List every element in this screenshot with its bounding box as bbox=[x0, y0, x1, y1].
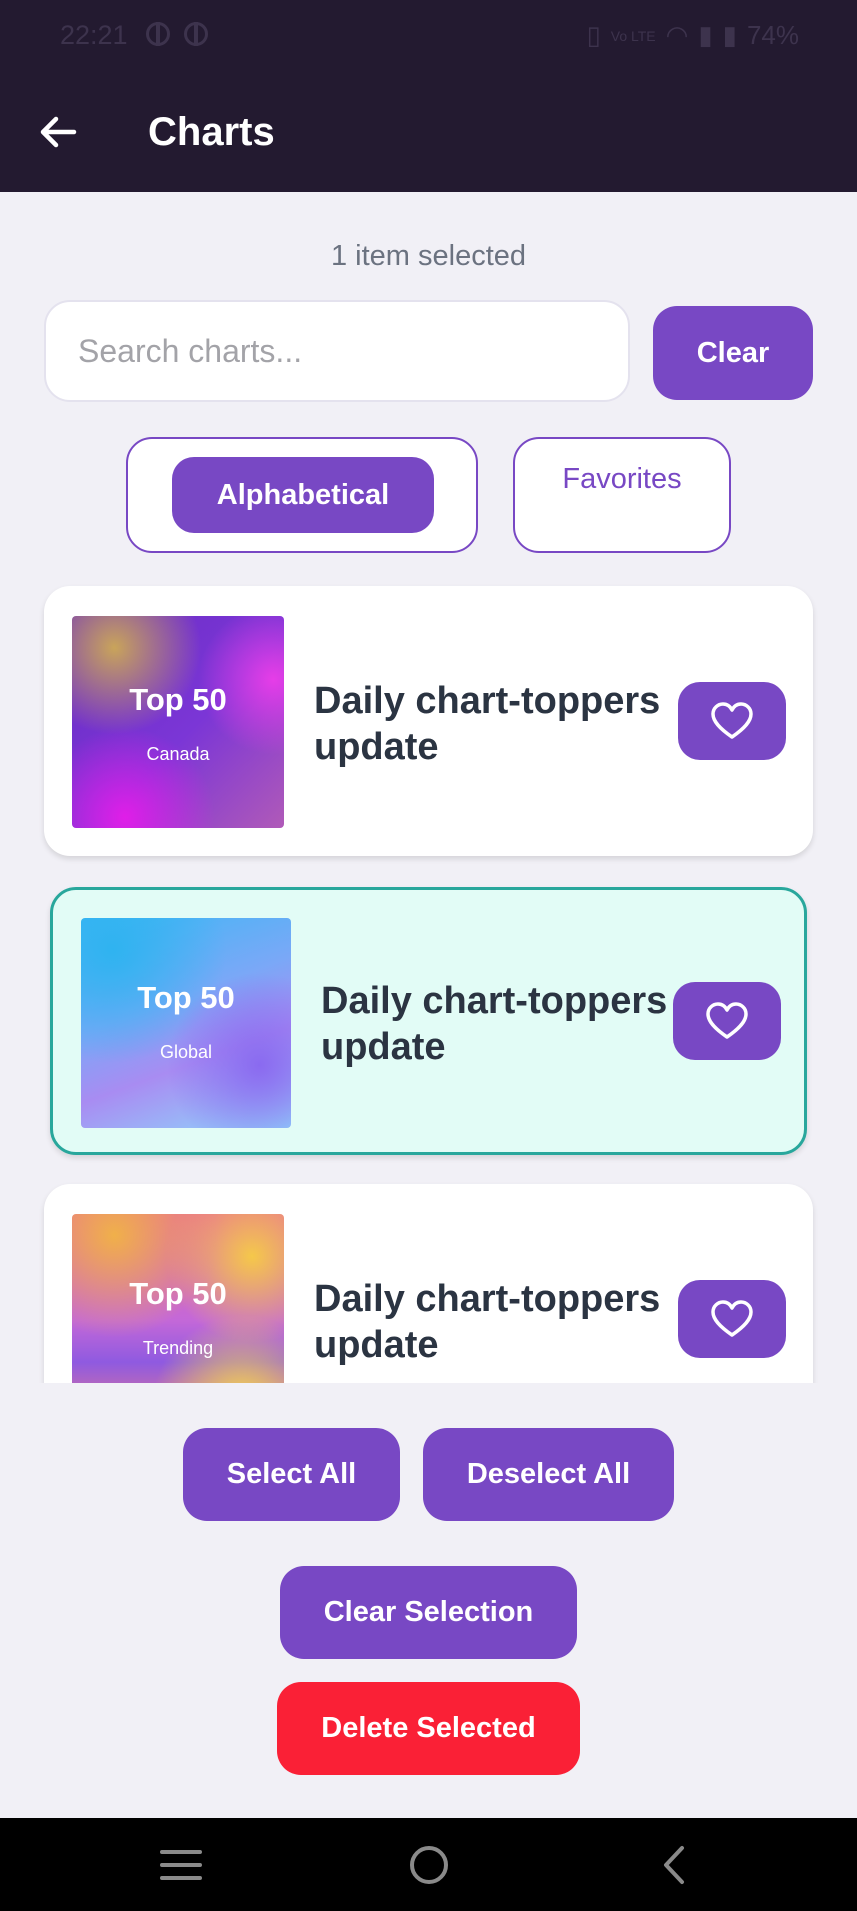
deselect-all-button[interactable]: Deselect All bbox=[423, 1428, 674, 1521]
thumbnail-title: Top 50 bbox=[129, 682, 227, 717]
recent-apps-icon[interactable] bbox=[160, 1848, 202, 1882]
notification-icon bbox=[184, 22, 208, 46]
chart-thumbnail: Top 50 Canada bbox=[72, 616, 284, 828]
chart-card-selected[interactable]: Top 50 Global Daily chart-toppers update bbox=[50, 887, 807, 1155]
selection-count: 1 item selected bbox=[330, 240, 527, 272]
sort-option-favorites[interactable]: Favorites bbox=[513, 437, 731, 553]
chart-card[interactable]: Top 50 Trending Daily chart-toppers upda… bbox=[44, 1184, 813, 1383]
chart-title: Daily chart-toppers update bbox=[314, 680, 661, 768]
select-all-button[interactable]: Select All bbox=[183, 1428, 400, 1521]
heart-icon bbox=[706, 1002, 748, 1039]
back-arrow-icon[interactable] bbox=[36, 110, 80, 154]
clear-search-button[interactable]: Clear bbox=[653, 306, 813, 400]
notification-icon bbox=[146, 22, 170, 46]
status-bar: 22:21 ▯ Vo LTE ◠ ▮ ▮ 74% bbox=[0, 0, 857, 72]
sort-favorites-label: Favorites bbox=[562, 463, 682, 495]
thumbnail-title: Top 50 bbox=[129, 1276, 227, 1311]
favorite-button[interactable] bbox=[678, 1280, 786, 1358]
chart-card[interactable]: Top 50 Canada Daily chart-toppers update bbox=[44, 586, 813, 856]
chart-list[interactable]: Top 50 Canada Daily chart-toppers update… bbox=[0, 580, 857, 1383]
system-nav-bar bbox=[0, 1818, 857, 1911]
favorite-button[interactable] bbox=[673, 982, 781, 1060]
status-time: 22:21 bbox=[60, 20, 128, 50]
app-bar: Charts bbox=[0, 72, 857, 192]
heart-icon bbox=[711, 1300, 753, 1337]
home-icon[interactable] bbox=[408, 1844, 450, 1886]
thumbnail-subtitle: Canada bbox=[146, 744, 210, 764]
wifi-icon: ◠ bbox=[665, 20, 689, 50]
battery-icon: ▮ bbox=[722, 20, 737, 50]
sort-option-alphabetical[interactable]: Alphabetical bbox=[126, 437, 478, 553]
heart-icon bbox=[711, 702, 753, 739]
favorite-button[interactable] bbox=[678, 682, 786, 760]
clear-selection-button[interactable]: Clear Selection bbox=[280, 1566, 577, 1659]
thumbnail-title: Top 50 bbox=[137, 980, 235, 1015]
page-title: Charts bbox=[148, 110, 275, 154]
sort-alphabetical-label: Alphabetical bbox=[172, 457, 434, 533]
back-nav-icon[interactable] bbox=[658, 1844, 688, 1886]
chart-thumbnail: Top 50 Global bbox=[81, 918, 291, 1128]
chart-title: Daily chart-toppers update bbox=[314, 1278, 661, 1366]
chart-thumbnail: Top 50 Trending bbox=[72, 1214, 284, 1383]
vibrate-icon: ▯ bbox=[586, 20, 601, 50]
delete-selected-button[interactable]: Delete Selected bbox=[277, 1682, 580, 1775]
thumbnail-subtitle: Trending bbox=[142, 1338, 214, 1358]
search-input[interactable] bbox=[44, 300, 630, 402]
status-right: ▯ Vo LTE ◠ ▮ ▮ 74% bbox=[586, 20, 799, 51]
chart-title: Daily chart-toppers update bbox=[321, 980, 668, 1068]
volte-icon: Vo LTE bbox=[610, 27, 656, 44]
signal-icon: ▮ bbox=[698, 20, 713, 50]
battery-level: 74% bbox=[746, 20, 799, 50]
thumbnail-subtitle: Global bbox=[159, 1042, 213, 1062]
